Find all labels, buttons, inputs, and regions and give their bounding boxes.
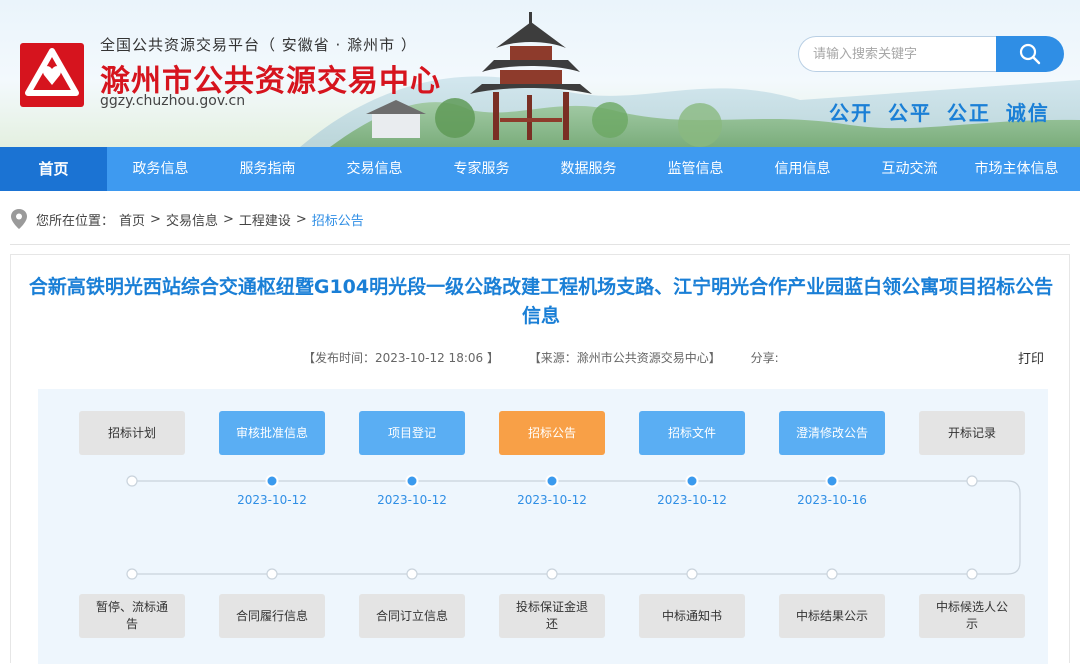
platform-name: 全国公共资源交易平台（ 安徽省 · 滁州市 ） bbox=[100, 36, 417, 54]
flow-step-bottom[interactable]: 合同订立信息 bbox=[359, 594, 465, 638]
nav-item-government-info[interactable]: 政务信息 bbox=[107, 147, 214, 191]
logo-emblem-icon bbox=[20, 43, 84, 107]
breadcrumb-engineering[interactable]: 工程建设 bbox=[239, 210, 291, 229]
flow-connector-bend bbox=[1007, 480, 1021, 575]
flow-dot-pending bbox=[826, 568, 838, 580]
flow-dot-pending bbox=[266, 568, 278, 580]
flow-step-date: 2023-10-12 bbox=[517, 493, 587, 507]
nav-item-credit-info[interactable]: 信用信息 bbox=[749, 147, 856, 191]
breadcrumb-prefix: 您所在位置： bbox=[36, 213, 115, 229]
nav-item-home[interactable]: 首页 bbox=[0, 147, 107, 191]
search-icon bbox=[1019, 43, 1041, 65]
article-panel: 合新高铁明光西站综合交通枢纽暨G104明光段一级公路改建工程机场支路、江宁明光合… bbox=[10, 254, 1070, 664]
article-title: 合新高铁明光西站综合交通枢纽暨G104明光段一级公路改建工程机场支路、江宁明光合… bbox=[28, 276, 1054, 327]
site-logo bbox=[20, 43, 84, 107]
share-label: 分享: bbox=[750, 351, 779, 365]
article-meta: 【发布时间：2023-10-12 18:06 】 【来源：滁州市公共资源交易中心… bbox=[303, 349, 805, 366]
flow-step-top[interactable]: 招标计划 bbox=[79, 411, 185, 455]
nav-item-data-service[interactable]: 数据服务 bbox=[535, 147, 642, 191]
flow-step-date: 2023-10-12 bbox=[657, 493, 727, 507]
flow-dot-pending bbox=[546, 568, 558, 580]
site-url: ggzy.chuzhou.gov.cn bbox=[100, 93, 246, 109]
flow-dot-pending bbox=[126, 475, 138, 487]
search-box bbox=[798, 36, 1064, 72]
flow-dot-pending bbox=[686, 568, 698, 580]
breadcrumb: 您所在位置： 首页 > 交易信息 > 工程建设 > 招标公告 bbox=[10, 207, 369, 231]
main-nav: 首页 政务信息 服务指南 交易信息 专家服务 数据服务 监管信息 信用信息 互动… bbox=[0, 147, 1080, 191]
nav-item-supervision-info[interactable]: 监管信息 bbox=[642, 147, 749, 191]
breadcrumb-trading-info[interactable]: 交易信息 bbox=[166, 210, 218, 229]
flow-step-bottom[interactable]: 中标通知书 bbox=[639, 594, 745, 638]
motto: 公开 公平 公正 诚信 bbox=[829, 101, 1050, 125]
location-pin-icon bbox=[11, 209, 27, 229]
flow-step-bottom[interactable]: 投标保证金退还 bbox=[499, 594, 605, 638]
flow-step-top[interactable]: 招标公告 bbox=[499, 411, 605, 455]
flow-dot-completed bbox=[405, 474, 419, 488]
breadcrumb-current[interactable]: 招标公告 bbox=[312, 210, 364, 229]
search-input[interactable] bbox=[798, 36, 998, 72]
breadcrumb-home[interactable]: 首页 bbox=[119, 210, 145, 229]
search-button[interactable] bbox=[996, 36, 1064, 72]
process-flow: 招标计划 审核批准信息 2023-10-12 项目登记 2023-10-12 招标公告 20… bbox=[38, 389, 1048, 664]
flow-dot-pending bbox=[406, 568, 418, 580]
flow-step-top[interactable]: 项目登记 bbox=[359, 411, 465, 455]
flow-step-date: 2023-10-12 bbox=[377, 493, 447, 507]
flow-dot-completed bbox=[265, 474, 279, 488]
flow-step-top[interactable]: 澄清修改公告 bbox=[779, 411, 885, 455]
nav-item-market-entity-info[interactable]: 市场主体信息 bbox=[963, 147, 1070, 191]
divider bbox=[10, 244, 1070, 245]
article-source: 【来源：滁州市公共资源交易中心】 bbox=[528, 351, 721, 365]
site-header: 全国公共资源交易平台（ 安徽省 · 滁州市 ） 滁州市公共资源交易中心 ggzy… bbox=[0, 0, 1080, 147]
nav-item-trading-info[interactable]: 交易信息 bbox=[321, 147, 428, 191]
nav-item-service-guide[interactable]: 服务指南 bbox=[214, 147, 321, 191]
breadcrumb-separator: > bbox=[150, 211, 161, 227]
flow-step-bottom[interactable]: 暂停、流标通告 bbox=[79, 594, 185, 638]
flow-dot-completed bbox=[685, 474, 699, 488]
flow-dot-completed bbox=[825, 474, 839, 488]
flow-step-top[interactable]: 审核批准信息 bbox=[219, 411, 325, 455]
flow-step-date: 2023-10-12 bbox=[237, 493, 307, 507]
print-button[interactable]: 打印 bbox=[1018, 348, 1044, 367]
publish-time: 【发布时间：2023-10-12 18:06 】 bbox=[303, 351, 499, 365]
flow-step-top[interactable]: 开标记录 bbox=[919, 411, 1025, 455]
flow-dot-completed bbox=[545, 474, 559, 488]
flow-dot-pending bbox=[966, 475, 978, 487]
flow-dot-pending bbox=[966, 568, 978, 580]
nav-item-expert-service[interactable]: 专家服务 bbox=[428, 147, 535, 191]
breadcrumb-separator: > bbox=[295, 211, 307, 227]
nav-item-interaction[interactable]: 互动交流 bbox=[856, 147, 963, 191]
flow-step-bottom[interactable]: 合同履行信息 bbox=[219, 594, 325, 638]
breadcrumb-separator: > bbox=[222, 211, 234, 227]
flow-step-bottom[interactable]: 中标结果公示 bbox=[779, 594, 885, 638]
flow-step-date: 2023-10-16 bbox=[797, 493, 867, 507]
flow-step-top[interactable]: 招标文件 bbox=[639, 411, 745, 455]
flow-dot-pending bbox=[126, 568, 138, 580]
flow-step-bottom[interactable]: 中标候选人公示 bbox=[919, 594, 1025, 638]
